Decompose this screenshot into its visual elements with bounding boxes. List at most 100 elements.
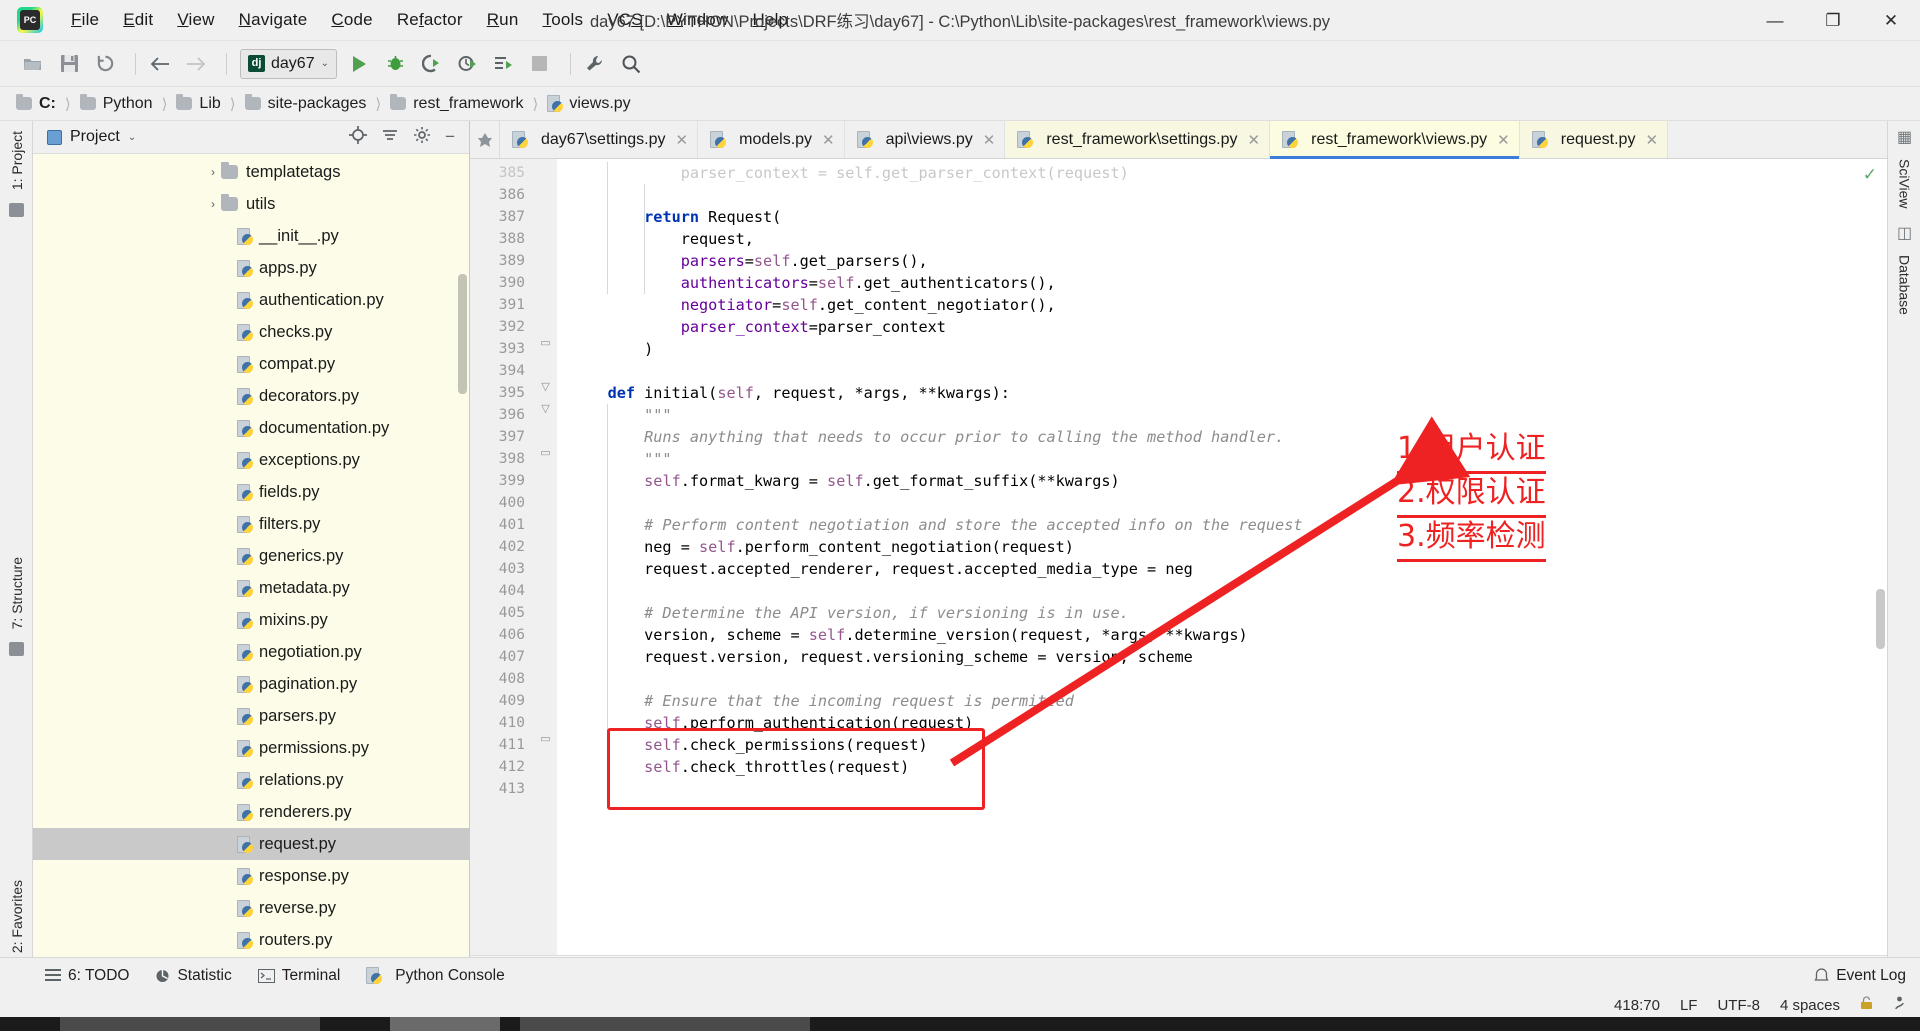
sync-refresh-icon[interactable] — [90, 49, 120, 79]
chevron-right-icon[interactable]: › — [205, 197, 221, 211]
tree-item[interactable]: permissions.py — [33, 732, 469, 764]
statistic-button[interactable]: Statistic — [155, 967, 232, 985]
tree-item[interactable]: › utils — [33, 188, 469, 220]
file-encoding[interactable]: UTF-8 — [1717, 997, 1760, 1014]
code-folding-column[interactable]: ▭ ▽ ▽ ▭ ▭ — [535, 159, 557, 955]
todo-button[interactable]: 6: TODO — [45, 967, 129, 985]
tree-item[interactable]: reverse.py — [33, 892, 469, 924]
tree-item[interactable]: request.py — [33, 828, 469, 860]
breadcrumb-item-views-py[interactable]: views.py — [547, 95, 631, 113]
locate-target-icon[interactable] — [349, 125, 368, 149]
run-coverage-button[interactable] — [417, 49, 447, 79]
tree-item[interactable]: decorators.py — [33, 380, 469, 412]
editor-tab[interactable]: api\views.py ✕ — [845, 121, 1006, 158]
menu-help[interactable]: Help — [740, 7, 800, 33]
chevron-right-icon[interactable]: › — [205, 165, 221, 179]
breadcrumb-item-rest-framework[interactable]: rest_framework — [390, 94, 523, 113]
terminal-button[interactable]: Terminal — [257, 967, 340, 985]
fold-marker-icon[interactable]: ▽ — [540, 404, 551, 415]
fold-marker-icon[interactable]: ▭ — [540, 734, 551, 745]
fold-marker-icon[interactable]: ▽ — [540, 382, 551, 393]
breadcrumb-item-python[interactable]: Python — [79, 94, 153, 113]
editor-tab[interactable]: rest_framework\settings.py ✕ — [1005, 121, 1271, 158]
stop-button[interactable] — [525, 49, 555, 79]
settings-wrench-icon[interactable] — [580, 49, 610, 79]
gear-icon[interactable] — [413, 126, 431, 149]
menu-run[interactable]: Run — [475, 7, 531, 33]
tree-item[interactable]: checks.py — [33, 316, 469, 348]
tree-item[interactable]: apps.py — [33, 252, 469, 284]
close-icon[interactable]: ✕ — [983, 131, 996, 149]
close-icon[interactable]: ✕ — [822, 131, 835, 149]
open-folder-icon[interactable] — [18, 49, 48, 79]
run-button[interactable] — [345, 49, 375, 79]
project-panel-scrollbar[interactable] — [458, 274, 467, 394]
menu-edit[interactable]: Edit — [111, 7, 165, 33]
tree-item[interactable]: exceptions.py — [33, 444, 469, 476]
menu-navigate[interactable]: Navigate — [227, 7, 320, 33]
inspection-ok-icon[interactable]: ✓ — [1863, 165, 1877, 185]
tree-item[interactable]: __init__.py — [33, 220, 469, 252]
close-icon[interactable]: ✕ — [1497, 131, 1510, 149]
pin-tab-icon[interactable] — [470, 121, 500, 158]
rail-sciview-button[interactable]: SciView — [1897, 153, 1913, 215]
tree-item[interactable]: negotiation.py — [33, 636, 469, 668]
close-icon[interactable]: ✕ — [1645, 131, 1658, 149]
rail-project-button[interactable]: 1: Project — [9, 125, 25, 196]
code-editor[interactable]: 385 386 387 388 389 390 391 392 393 394 395 396 397 3… — [470, 159, 1887, 955]
lock-icon[interactable] — [1860, 996, 1873, 1014]
run-configuration-selector[interactable]: dj day67 ⌄ — [240, 48, 337, 79]
maximize-button[interactable]: ❐ — [1804, 0, 1862, 41]
tree-item[interactable]: filters.py — [33, 508, 469, 540]
close-button[interactable]: ✕ — [1862, 0, 1920, 41]
caret-position[interactable]: 418:70 — [1614, 997, 1660, 1014]
menu-window[interactable]: Window — [655, 7, 741, 33]
debug-button[interactable] — [381, 49, 411, 79]
tree-item[interactable]: parsers.py — [33, 700, 469, 732]
hide-panel-icon[interactable]: − — [445, 127, 455, 147]
menu-refactor[interactable]: Refactor — [385, 7, 475, 33]
minimize-button[interactable]: — — [1746, 0, 1804, 41]
python-console-button[interactable]: Python Console — [366, 967, 505, 985]
rail-favorites-button[interactable]: 2: Favorites — [9, 874, 25, 959]
profile-button[interactable] — [453, 49, 483, 79]
rail-database-button[interactable]: Database — [1897, 249, 1913, 321]
tree-item[interactable]: routers.py — [33, 924, 469, 956]
chevron-down-icon[interactable]: ⌄ — [128, 132, 136, 143]
fold-marker-icon[interactable]: ▭ — [540, 448, 551, 459]
tree-item[interactable]: response.py — [33, 860, 469, 892]
tree-item[interactable]: documentation.py — [33, 412, 469, 444]
structure-panel-icon[interactable] — [9, 203, 24, 218]
menu-file[interactable]: File — [59, 7, 111, 33]
tree-item[interactable]: compat.py — [33, 348, 469, 380]
rail-structure-button[interactable]: 7: Structure — [9, 551, 25, 635]
save-all-icon[interactable] — [54, 49, 84, 79]
forward-arrow-icon[interactable] — [181, 49, 211, 79]
line-separator[interactable]: LF — [1680, 997, 1698, 1014]
collapse-all-icon[interactable] — [381, 126, 399, 149]
tree-item[interactable]: › templatetags — [33, 156, 469, 188]
editor-tab[interactable]: day67\settings.py ✕ — [500, 121, 699, 158]
event-log-button[interactable]: Event Log — [1814, 967, 1906, 985]
fold-marker-icon[interactable]: ▭ — [540, 338, 551, 349]
editor-tab[interactable]: request.py ✕ — [1519, 121, 1669, 158]
code-text[interactable]: parser_context = self.get_parser_context… — [557, 159, 1887, 955]
run-tests-button[interactable] — [489, 49, 519, 79]
tree-item[interactable]: fields.py — [33, 476, 469, 508]
editor-tab[interactable]: rest_framework\views.py ✕ — [1270, 121, 1520, 159]
bars-icon[interactable] — [9, 642, 24, 657]
tree-item[interactable]: generics.py — [33, 540, 469, 572]
menu-code[interactable]: Code — [319, 7, 384, 33]
breadcrumb-item-c[interactable]: C: — [16, 94, 56, 113]
breadcrumb-item-site-packages[interactable]: site-packages — [244, 94, 366, 113]
project-file-tree[interactable]: › templatetags › utils __init__.py apps.py aut… — [33, 154, 469, 993]
tree-item[interactable]: metadata.py — [33, 572, 469, 604]
tree-item[interactable]: pagination.py — [33, 668, 469, 700]
git-branch-icon[interactable] — [1893, 996, 1906, 1014]
search-icon[interactable] — [616, 49, 646, 79]
database-icon[interactable]: ◫ — [1897, 223, 1912, 243]
menu-view[interactable]: View — [165, 7, 226, 33]
tree-item[interactable]: renderers.py — [33, 796, 469, 828]
close-icon[interactable]: ✕ — [1248, 131, 1261, 149]
breadcrumb-item-lib[interactable]: Lib — [176, 94, 221, 113]
